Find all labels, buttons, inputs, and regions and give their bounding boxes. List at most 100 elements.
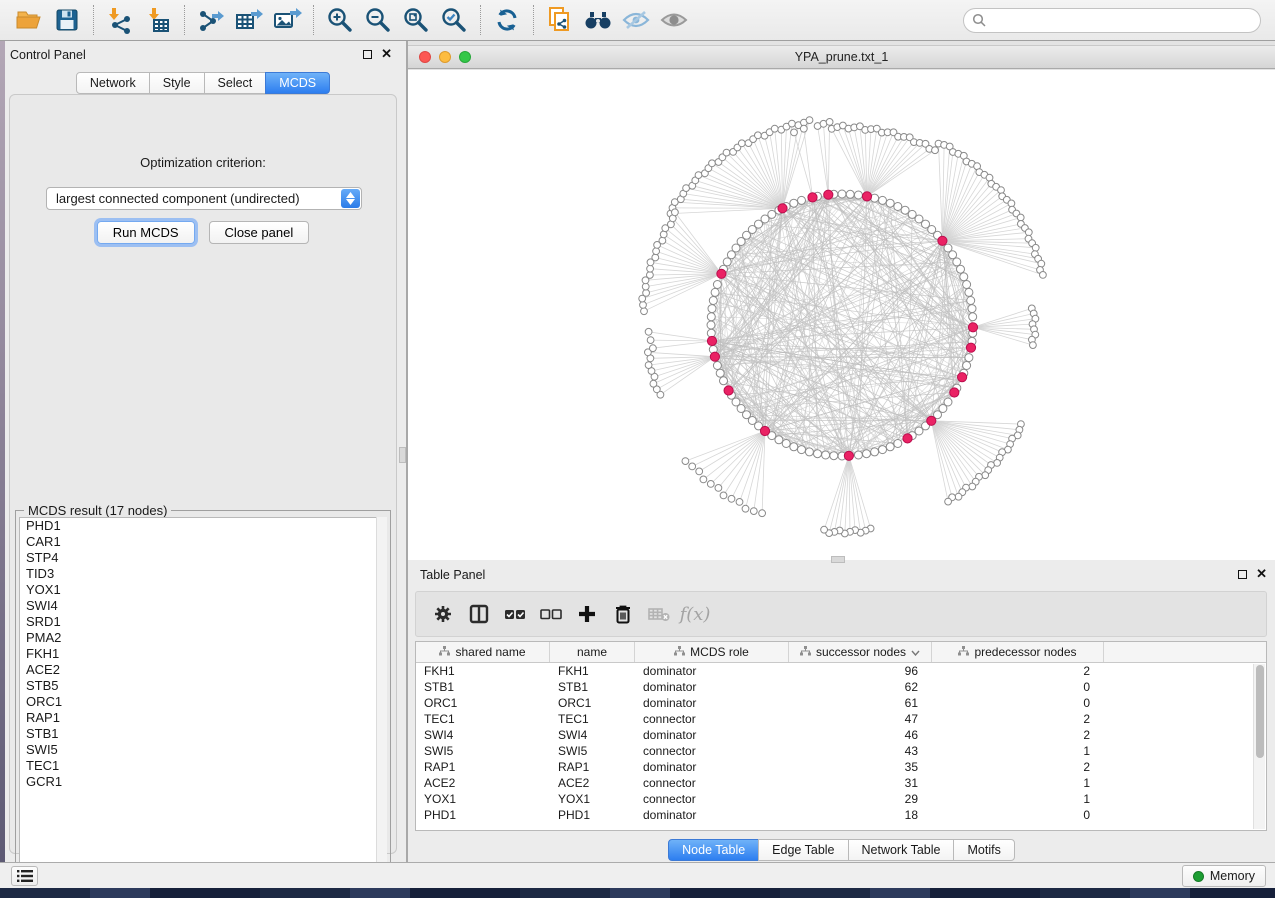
cell-mcds_role[interactable]: dominator — [635, 759, 789, 775]
table-row-ORC1[interactable]: ORC1ORC1dominator610 — [416, 695, 1266, 711]
cell-successor_nodes[interactable]: 46 — [789, 727, 932, 743]
memory-button[interactable]: Memory — [1182, 865, 1266, 887]
mcds-node-item[interactable]: STB5 — [20, 678, 386, 694]
cell-shared_name[interactable]: RAP1 — [416, 759, 550, 775]
column-header-MCDS-role[interactable]: MCDS role — [635, 642, 789, 662]
mcds-node-item[interactable]: SRD1 — [20, 614, 386, 630]
mcds-node-item[interactable]: STB1 — [20, 726, 386, 742]
select-all-icon[interactable] — [502, 601, 528, 627]
tab-network-table[interactable]: Network Table — [848, 839, 955, 861]
close-table-panel-icon[interactable]: ✕ — [1256, 569, 1267, 579]
show-all-icon[interactable] — [655, 3, 693, 37]
mcds-node-item[interactable]: CAR1 — [20, 534, 386, 550]
cell-shared_name[interactable]: TEC1 — [416, 711, 550, 727]
save-session-icon[interactable] — [48, 3, 86, 37]
mcds-node-item[interactable]: SWI5 — [20, 742, 386, 758]
cell-successor_nodes[interactable]: 62 — [789, 679, 932, 695]
cell-mcds_role[interactable]: dominator — [635, 807, 789, 823]
cell-name[interactable]: STB1 — [550, 679, 635, 695]
mcds-node-item[interactable]: STP4 — [20, 550, 386, 566]
mcds-node-item[interactable]: TID3 — [20, 566, 386, 582]
cell-predecessor_nodes[interactable]: 1 — [932, 791, 1104, 807]
export-network-icon[interactable] — [192, 3, 230, 37]
vertical-splitter[interactable] — [406, 41, 408, 862]
cell-name[interactable]: RAP1 — [550, 759, 635, 775]
cell-predecessor_nodes[interactable]: 0 — [932, 695, 1104, 711]
show-columns-icon[interactable] — [466, 601, 492, 627]
horizontal-splitter-handle[interactable] — [831, 556, 845, 563]
tab-mcds[interactable]: MCDS — [265, 72, 330, 94]
cell-name[interactable]: YOX1 — [550, 791, 635, 807]
mcds-node-item[interactable]: RAP1 — [20, 710, 386, 726]
tab-select[interactable]: Select — [204, 72, 267, 94]
cell-shared_name[interactable]: SWI4 — [416, 727, 550, 743]
tab-edge-table[interactable]: Edge Table — [758, 839, 848, 861]
cell-predecessor_nodes[interactable]: 1 — [932, 743, 1104, 759]
zoom-selected-icon[interactable] — [435, 3, 473, 37]
cell-successor_nodes[interactable]: 29 — [789, 791, 932, 807]
float-panel-icon[interactable] — [363, 50, 372, 59]
cell-name[interactable]: ACE2 — [550, 775, 635, 791]
cell-mcds_role[interactable]: connector — [635, 711, 789, 727]
tab-network[interactable]: Network — [76, 72, 150, 94]
cell-predecessor_nodes[interactable]: 2 — [932, 663, 1104, 679]
cell-predecessor_nodes[interactable]: 0 — [932, 807, 1104, 823]
cell-name[interactable]: TEC1 — [550, 711, 635, 727]
cell-predecessor_nodes[interactable]: 0 — [932, 679, 1104, 695]
cell-mcds_role[interactable]: dominator — [635, 727, 789, 743]
mcds-node-item[interactable]: ACE2 — [20, 662, 386, 678]
table-scrollbar-thumb[interactable] — [1256, 665, 1264, 758]
close-panel-button[interactable]: Close panel — [209, 221, 310, 244]
cell-mcds_role[interactable]: connector — [635, 791, 789, 807]
deselect-all-icon[interactable] — [538, 601, 564, 627]
table-scrollbar[interactable] — [1253, 664, 1265, 829]
delete-row-icon[interactable] — [610, 601, 636, 627]
cell-predecessor_nodes[interactable]: 2 — [932, 759, 1104, 775]
mcds-node-item[interactable]: ORC1 — [20, 694, 386, 710]
cell-shared_name[interactable]: SWI5 — [416, 743, 550, 759]
cell-mcds_role[interactable]: connector — [635, 743, 789, 759]
network-titlebar[interactable]: YPA_prune.txt_1 — [408, 45, 1275, 69]
mcds-node-item[interactable]: TEC1 — [20, 758, 386, 774]
cell-name[interactable]: ORC1 — [550, 695, 635, 711]
cell-shared_name[interactable]: ORC1 — [416, 695, 550, 711]
table-row-SWI4[interactable]: SWI4SWI4dominator462 — [416, 727, 1266, 743]
mcds-node-item[interactable]: GCR1 — [20, 774, 386, 790]
zoom-in-icon[interactable] — [321, 3, 359, 37]
task-history-button[interactable] — [11, 866, 38, 886]
tab-motifs[interactable]: Motifs — [953, 839, 1014, 861]
tab-node-table[interactable]: Node Table — [668, 839, 759, 861]
open-file-icon[interactable] — [10, 3, 48, 37]
zoom-fit-icon[interactable] — [397, 3, 435, 37]
mcds-list-scrollbar[interactable] — [376, 517, 387, 877]
search-input[interactable] — [987, 12, 1252, 28]
cell-mcds_role[interactable]: dominator — [635, 679, 789, 695]
cell-shared_name[interactable]: FKH1 — [416, 663, 550, 679]
zoom-out-icon[interactable] — [359, 3, 397, 37]
cell-successor_nodes[interactable]: 61 — [789, 695, 932, 711]
float-table-panel-icon[interactable] — [1238, 570, 1247, 579]
mcds-node-item[interactable]: SWI4 — [20, 598, 386, 614]
search-box[interactable] — [963, 8, 1261, 33]
cell-mcds_role[interactable]: connector — [635, 775, 789, 791]
cell-name[interactable]: SWI5 — [550, 743, 635, 759]
export-table-icon[interactable] — [230, 3, 268, 37]
column-header-shared-name[interactable]: shared name — [416, 642, 550, 662]
mcds-node-item[interactable]: PHD1 — [20, 518, 386, 534]
cell-shared_name[interactable]: PHD1 — [416, 807, 550, 823]
column-header-name[interactable]: name — [550, 642, 635, 662]
table-row-ACE2[interactable]: ACE2ACE2connector311 — [416, 775, 1266, 791]
add-row-icon[interactable] — [574, 601, 600, 627]
mcds-result-list[interactable]: PHD1CAR1STP4TID3YOX1SWI4SRD1PMA2FKH1ACE2… — [19, 517, 387, 877]
cell-predecessor_nodes[interactable]: 2 — [932, 727, 1104, 743]
table-row-PHD1[interactable]: PHD1PHD1dominator180 — [416, 807, 1266, 823]
criterion-dropdown[interactable]: largest connected component (undirected) — [46, 187, 362, 210]
import-table-icon[interactable] — [139, 3, 177, 37]
delete-table-icon[interactable] — [646, 601, 672, 627]
tab-style[interactable]: Style — [149, 72, 205, 94]
import-network-icon[interactable] — [101, 3, 139, 37]
cell-mcds_role[interactable]: dominator — [635, 695, 789, 711]
cell-predecessor_nodes[interactable]: 1 — [932, 775, 1104, 791]
vertical-splitter-handle[interactable] — [399, 447, 406, 463]
copy-network-icon[interactable] — [541, 3, 579, 37]
